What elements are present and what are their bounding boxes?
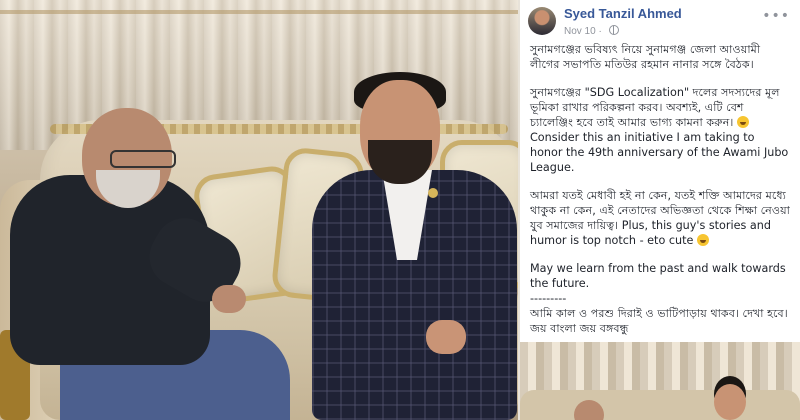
paragraph-group: আমরা যতই মেধাবী হই না কেন, যতই শক্তি আমা… bbox=[530, 188, 790, 248]
lapel-pin bbox=[428, 188, 438, 198]
paragraph: সুনামগঞ্জের ভবিষ্যৎ নিয়ে সুনামগঞ্জ জেলা… bbox=[530, 43, 761, 71]
facebook-post: Syed Tanzil Ahmed Nov 10 · ••• সুনামগঞ্জ… bbox=[520, 0, 800, 420]
paragraph: আমরা যতই মেধাবী হই না কেন, যতই শক্তি আমা… bbox=[530, 189, 790, 247]
post-header: Syed Tanzil Ahmed Nov 10 · ••• bbox=[520, 0, 800, 42]
closing-line: জয় বাংলা জয় বঙ্গবন্ধু bbox=[530, 322, 629, 335]
more-options-icon[interactable]: ••• bbox=[762, 8, 790, 24]
paragraph: May we learn from the past and walk towa… bbox=[530, 262, 786, 290]
post-image-thumbnail[interactable] bbox=[520, 342, 800, 420]
globe-icon bbox=[608, 25, 619, 35]
laughing-emoji-icon bbox=[696, 234, 709, 246]
post-meta: Nov 10 · bbox=[564, 25, 619, 37]
author-name[interactable]: Syed Tanzil Ahmed bbox=[564, 6, 682, 21]
post-date[interactable]: Nov 10 bbox=[564, 26, 596, 37]
closing-line: আমি কাল ও পরশু দিরাই ও ভাটিপাড়ায় থাকব।… bbox=[530, 307, 788, 320]
glasses bbox=[110, 150, 176, 168]
paragraph-group: সুনামগঞ্জের "SDG Localization" দলের সদস্… bbox=[530, 85, 790, 175]
paragraph: Consider this an initiative I am taking … bbox=[530, 131, 789, 174]
author-avatar[interactable] bbox=[528, 7, 556, 35]
divider-text: --------- bbox=[530, 292, 567, 305]
date-separator: · bbox=[598, 26, 602, 37]
closing-block: May we learn from the past and walk towa… bbox=[530, 261, 790, 336]
post-text: সুনামগঞ্জের ভবিষ্যৎ নিয়ে সুনামগঞ্জ জেলা… bbox=[520, 42, 800, 336]
post-photo[interactable] bbox=[0, 0, 518, 420]
laughing-emoji-icon bbox=[737, 116, 749, 128]
